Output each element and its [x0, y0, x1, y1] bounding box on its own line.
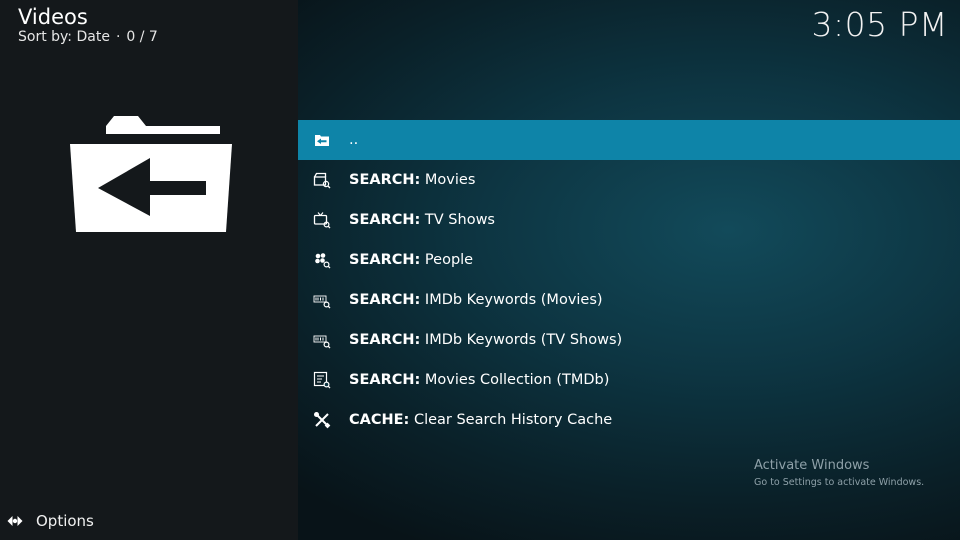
list-item-label: SEARCH: IMDb Keywords (TV Shows): [349, 332, 623, 348]
options-button[interactable]: Options: [6, 510, 94, 532]
back-folder-icon: [70, 116, 232, 232]
sort-info[interactable]: Sort by: Date · 0 / 7: [18, 28, 158, 46]
collection-search-icon: [313, 371, 331, 389]
list-item-search-tv-shows[interactable]: SEARCH: TV Shows: [298, 200, 960, 240]
imdb-search-icon: [313, 335, 331, 349]
back-folder-icon: [315, 135, 329, 146]
separator-dot: ·: [115, 29, 121, 45]
list-item-search-imdb-movies[interactable]: SEARCH: IMDb Keywords (Movies): [298, 280, 960, 320]
clock: 3:05 PM: [811, 5, 948, 44]
item-position: 0 / 7: [126, 29, 158, 45]
list-item-label: ..: [349, 132, 359, 148]
list-item-parent[interactable]: ..: [298, 120, 960, 160]
list-item-search-movies-collection[interactable]: SEARCH: Movies Collection (TMDb): [298, 360, 960, 400]
list-item-search-people[interactable]: SEARCH: People: [298, 240, 960, 280]
watermark-title: Activate Windows: [754, 458, 870, 473]
list-item-label: SEARCH: Movies: [349, 172, 476, 188]
sort-label: Sort by: Date: [18, 29, 110, 45]
left-panel: [0, 0, 298, 540]
list-item-label: CACHE: Clear Search History Cache: [349, 412, 613, 428]
list-item-label: SEARCH: IMDb Keywords (Movies): [349, 292, 603, 308]
imdb-search-icon: [313, 295, 331, 309]
list-item-label: SEARCH: People: [349, 252, 474, 268]
movie-search-icon: [313, 172, 331, 189]
kodi-window: Videos Sort by: Date · 0 / 7 3:05 PM .. SE…: [0, 0, 960, 540]
list-item-clear-cache[interactable]: CACHE: Clear Search History Cache: [298, 400, 960, 440]
tools-icon: [314, 412, 331, 429]
tv-search-icon: [313, 212, 331, 229]
watermark-subtitle: Go to Settings to activate Windows.: [754, 477, 925, 488]
options-arrows-icon: [7, 516, 23, 526]
list-item-label: SEARCH: TV Shows: [349, 212, 495, 228]
options-label: Options: [36, 512, 94, 530]
page-title: Videos: [18, 5, 88, 29]
list-item-search-movies[interactable]: SEARCH: Movies: [298, 160, 960, 200]
file-list: .. SEARCH: Movies SEARCH: TV Shows SEARC…: [298, 120, 960, 440]
list-item-label: SEARCH: Movies Collection (TMDb): [349, 372, 610, 388]
activation-watermark: Activate Windows Go to Settings to activ…: [754, 458, 924, 490]
people-search-icon: [315, 253, 331, 269]
list-item-search-imdb-tv-shows[interactable]: SEARCH: IMDb Keywords (TV Shows): [298, 320, 960, 360]
